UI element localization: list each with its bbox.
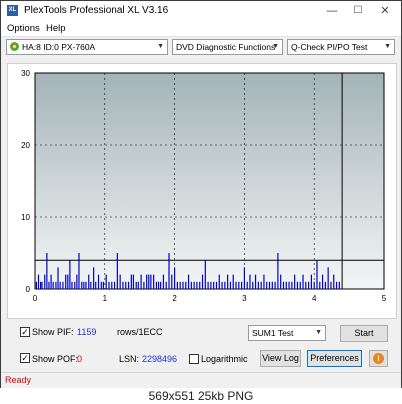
controls-panel: ✓ Show PIF: 1159 rows/1ECC SUM1 Test ▼ S…: [1, 319, 401, 369]
window-title: PlexTools Professional XL V3.16: [24, 5, 169, 16]
chevron-down-icon: ▼: [384, 43, 391, 50]
chevron-down-icon: ▼: [315, 329, 322, 336]
preferences-button[interactable]: Preferences: [307, 350, 362, 367]
lsn-label: LSN:: [119, 354, 140, 364]
chevron-down-icon: ▼: [157, 43, 164, 50]
plot-area: [34, 72, 385, 290]
menu-help[interactable]: Help: [46, 23, 66, 34]
plextools-app-icon: XL: [7, 5, 18, 16]
test-select[interactable]: Q-Check PI/PO Test ▼: [287, 39, 395, 55]
toolbar: HA:8 ID:0 PX-760A ▼ DVD Diagnostic Funct…: [1, 38, 401, 60]
app-window: XL PlexTools Professional XL V3.16 — ☐ ✕…: [0, 0, 402, 388]
info-icon: i: [373, 353, 384, 364]
y-tick-label: 20: [21, 141, 30, 150]
y-tick-label: 0: [26, 285, 31, 294]
x-tick-label: 4: [312, 294, 317, 303]
status-bar: Ready: [1, 372, 401, 388]
chevron-down-icon: ▼: [272, 43, 279, 50]
pof-value: 0: [77, 354, 83, 364]
x-tick-label: 2: [172, 294, 177, 303]
pif-value: 1159: [77, 327, 97, 337]
y-tick-label: 30: [21, 69, 30, 78]
disc-drive-icon: [10, 42, 19, 51]
show-pif-checkbox[interactable]: ✓: [20, 327, 30, 337]
image-caption: 569x551 25kb PNG: [0, 388, 402, 404]
y-tick-label: 10: [21, 213, 30, 222]
rows-label: rows/1ECC: [117, 327, 163, 337]
lsn-value: 2298496: [142, 354, 178, 364]
x-tick-label: 0: [33, 294, 38, 303]
status-text: Ready: [5, 375, 32, 385]
drive-select-value: HA:8 ID:0 PX-760A: [22, 42, 96, 52]
x-tick-label: 3: [242, 294, 247, 303]
minimize-button[interactable]: —: [319, 3, 345, 19]
show-pif-label: Show PIF:: [32, 327, 74, 337]
maximize-button[interactable]: ☐: [345, 3, 371, 19]
close-button[interactable]: ✕: [372, 3, 398, 19]
function-select[interactable]: DVD Diagnostic Functions ▼: [172, 39, 283, 55]
x-tick-label: 1: [103, 294, 108, 303]
sum-test-select-value: SUM1 Test: [252, 328, 294, 338]
info-button[interactable]: i: [369, 350, 388, 367]
show-pof-label: Show POF:: [32, 354, 79, 364]
view-log-button[interactable]: View Log: [260, 350, 301, 367]
show-pof-checkbox[interactable]: ✓: [20, 353, 30, 363]
menu-bar: Options Help: [1, 21, 401, 37]
drive-select[interactable]: HA:8 ID:0 PX-760A ▼: [6, 39, 168, 55]
menu-options[interactable]: Options: [7, 23, 40, 34]
logarithmic-checkbox[interactable]: [189, 354, 199, 364]
start-button[interactable]: Start: [340, 325, 388, 342]
function-select-value: DVD Diagnostic Functions: [176, 42, 276, 52]
sum-test-select[interactable]: SUM1 Test ▼: [248, 325, 326, 341]
x-tick-label: 5: [382, 294, 387, 303]
pi-po-chart: 0 10 20 30 0 1 2 3 4 5: [21, 69, 387, 303]
logarithmic-label: Logarithmic: [201, 354, 248, 364]
chart-panel: 0 10 20 30 0 1 2 3 4 5: [7, 63, 397, 319]
title-bar[interactable]: XL PlexTools Professional XL V3.16 — ☐ ✕: [1, 1, 401, 21]
test-select-value: Q-Check PI/PO Test: [291, 42, 368, 52]
